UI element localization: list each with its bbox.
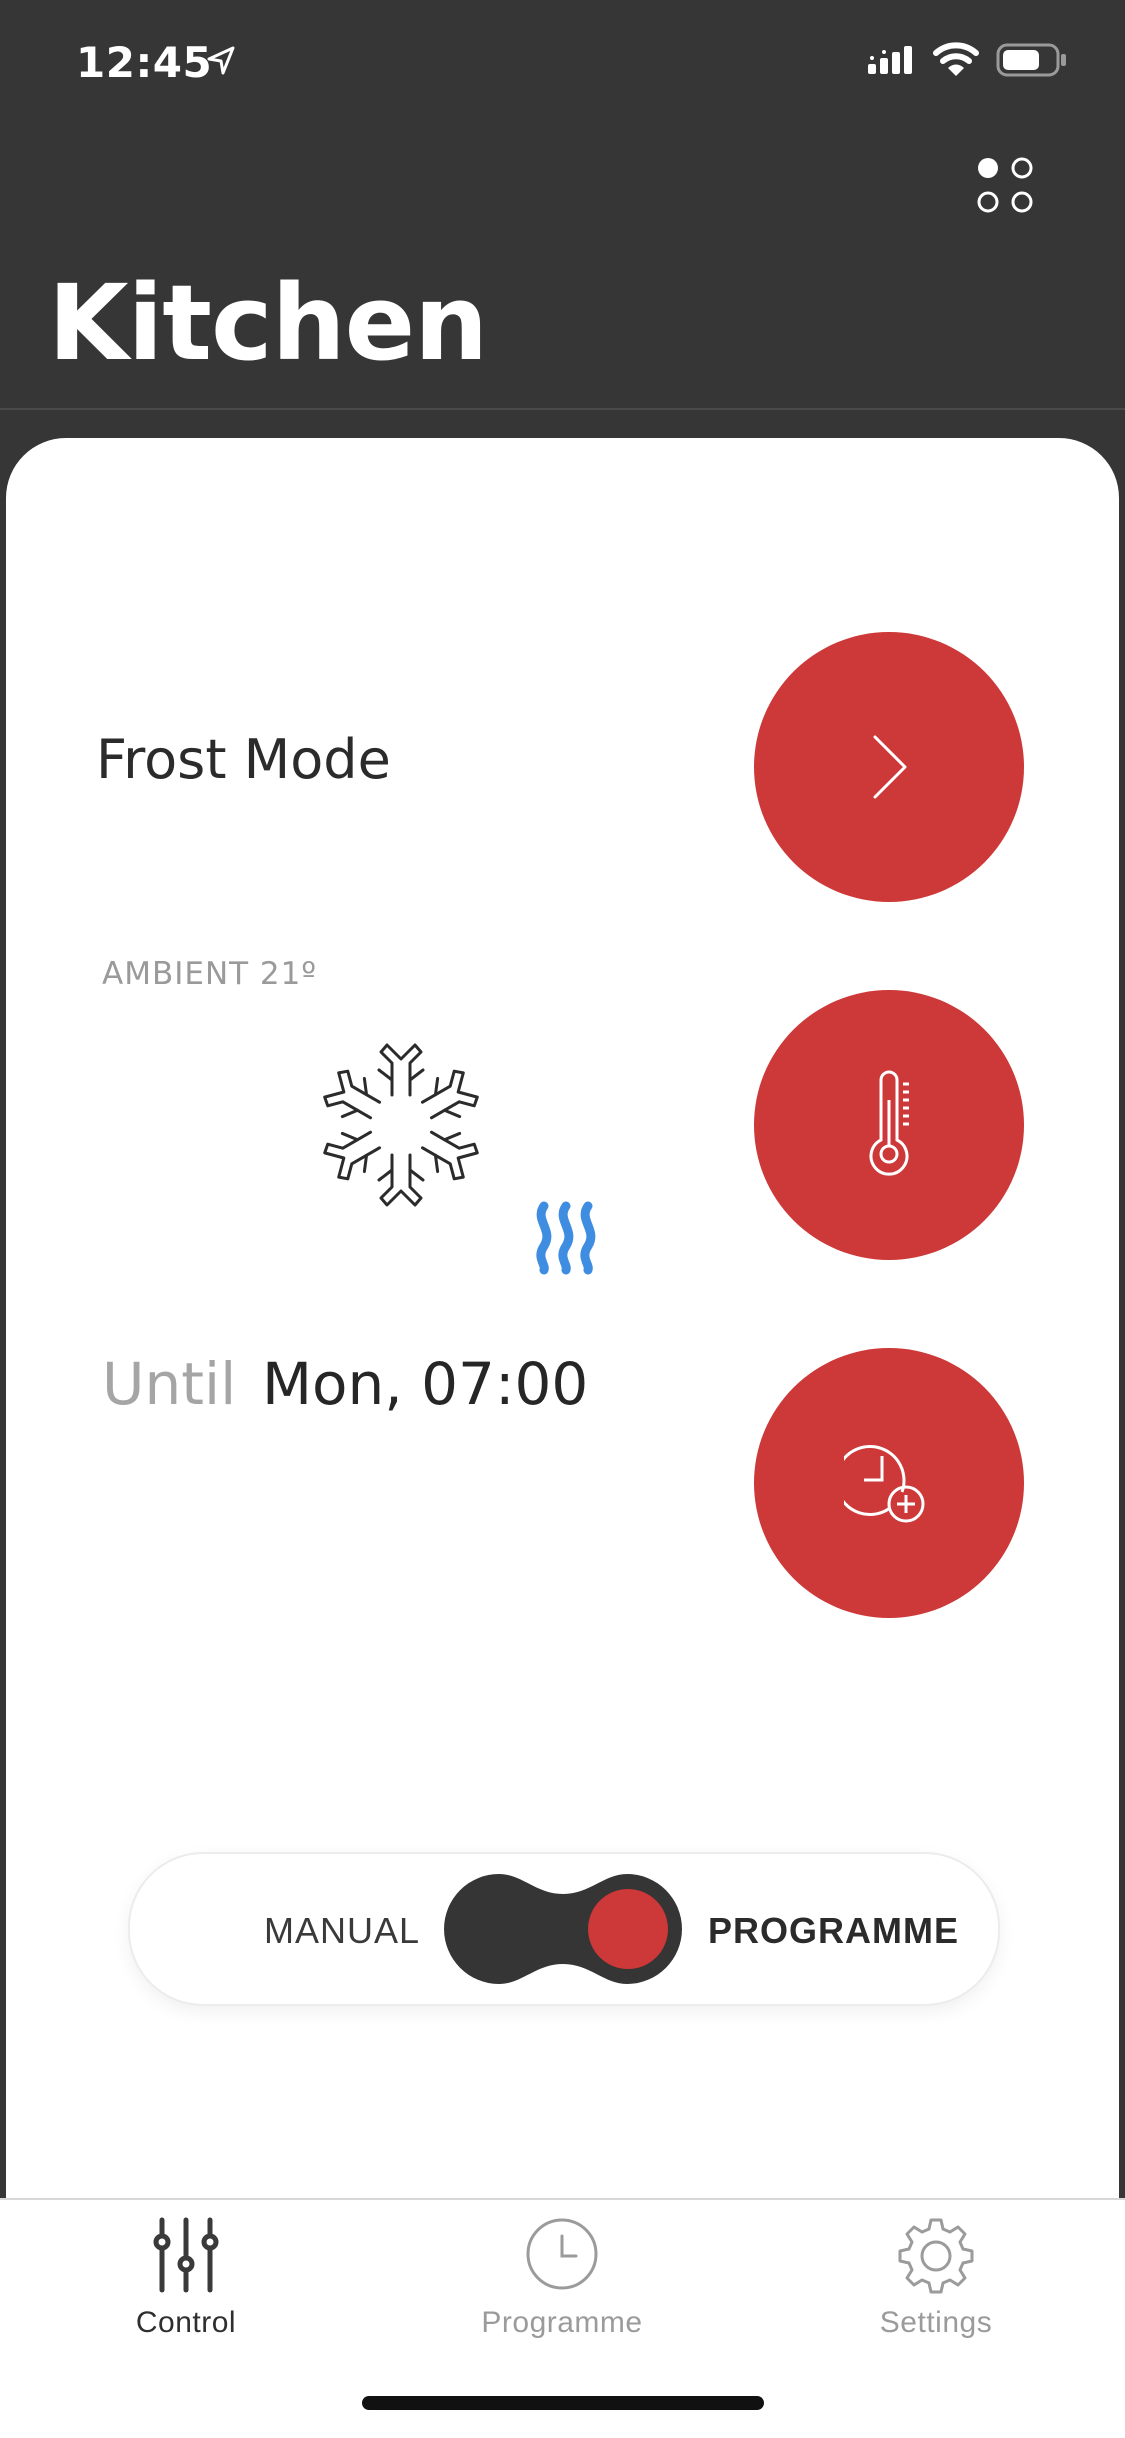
page-title: Kitchen [48, 262, 488, 384]
tab-programme[interactable]: Programme [432, 2214, 692, 2344]
header-divider [0, 408, 1125, 410]
thermometer-icon [869, 1070, 909, 1176]
cellular-signal-icon [868, 46, 912, 74]
location-arrow-icon [207, 46, 235, 75]
mode-label: Frost Mode [96, 728, 391, 791]
heat-waves-icon [536, 1201, 596, 1275]
grid-dots-icon[interactable] [974, 154, 1038, 218]
temperature-button[interactable] [754, 990, 1024, 1260]
clock-icon [526, 2218, 598, 2290]
add-override-button[interactable] [754, 1348, 1024, 1618]
tab-settings[interactable]: Settings [806, 2214, 1066, 2344]
wifi-icon [933, 42, 979, 76]
snowflake-icon [319, 1043, 483, 1207]
until-label: Until [102, 1350, 237, 1418]
header: 12:45 Kitchen [0, 0, 1125, 410]
chevron-right-icon [873, 735, 907, 799]
tab-programme-label: Programme [481, 2306, 643, 2339]
tab-settings-label: Settings [879, 2306, 993, 2339]
home-indicator[interactable] [362, 2396, 764, 2410]
status-time: 12:45 [76, 38, 213, 87]
until-value: Mon, 07:00 [262, 1350, 589, 1418]
mode-toggle[interactable] [440, 1870, 686, 1988]
gear-icon [898, 2218, 974, 2294]
sliders-icon [153, 2217, 219, 2293]
programme-option[interactable]: PROGRAMME [708, 1910, 959, 1952]
ambient-temperature-label: AMBIENT 21º [102, 956, 317, 992]
next-mode-button[interactable] [754, 632, 1024, 902]
tab-control-label: Control [135, 2306, 237, 2339]
battery-icon [996, 43, 1066, 77]
tab-control[interactable]: Control [56, 2214, 316, 2344]
clock-plus-icon [844, 1445, 925, 1523]
manual-option[interactable]: MANUAL [264, 1910, 420, 1952]
